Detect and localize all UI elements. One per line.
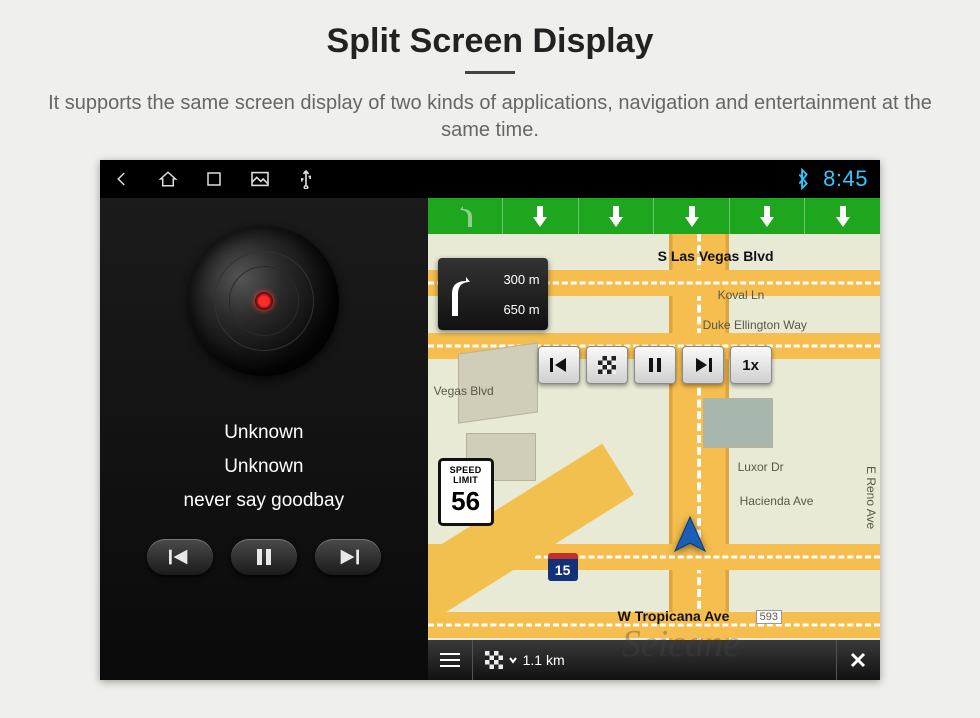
status-bar-left xyxy=(112,169,316,189)
menu-icon xyxy=(440,653,460,667)
usb-icon[interactable] xyxy=(296,169,316,189)
street-label: Hacienda Ave xyxy=(740,494,814,508)
split-container: Unknown Unknown never say goodbay xyxy=(100,198,880,680)
nav-destination-info[interactable]: 1.1 km xyxy=(472,640,577,680)
speed-limit-value: 56 xyxy=(441,486,491,517)
nav-menu-button[interactable] xyxy=(428,640,472,680)
building xyxy=(458,342,538,423)
lane-arrow-icon xyxy=(502,198,578,234)
track-name: never say goodbay xyxy=(184,484,345,518)
album-disc xyxy=(189,226,339,376)
interstate-shield: 15 xyxy=(548,553,578,581)
lane-arrow-icon xyxy=(428,198,503,234)
picture-icon[interactable] xyxy=(250,169,270,189)
street-label: S Las Vegas Blvd xyxy=(658,248,774,264)
prev-track-button[interactable] xyxy=(147,539,213,575)
checkered-flag-icon xyxy=(598,356,616,374)
sim-waypoint-button[interactable] xyxy=(586,346,628,384)
home-icon[interactable] xyxy=(158,169,178,189)
street-number-badge: 593 xyxy=(756,610,782,624)
street-label: Vegas Blvd xyxy=(434,384,494,398)
turn-icon xyxy=(446,276,476,316)
music-pane[interactable]: Unknown Unknown never say goodbay xyxy=(100,198,428,680)
speed-limit-sign: SPEED LIMIT 56 xyxy=(438,458,494,526)
sim-pause-button[interactable] xyxy=(634,346,676,384)
turn-instruction-card: 300 m 650 m xyxy=(438,258,548,330)
sim-speed-button[interactable]: 1x xyxy=(730,346,772,384)
status-bar-right: 8:45 xyxy=(793,166,868,192)
lane-arrow-icon xyxy=(578,198,654,234)
bluetooth-icon xyxy=(793,169,813,189)
device-frame: 8:45 Unknown Unknown never say goodbay xyxy=(100,160,880,680)
back-icon[interactable] xyxy=(112,169,132,189)
navigation-pane[interactable]: S Las Vegas Blvd Koval Ln Duke Ellington… xyxy=(428,198,880,680)
street-label: E Reno Ave xyxy=(864,466,878,529)
street-label: Koval Ln xyxy=(718,288,765,302)
title-underline xyxy=(465,71,515,74)
disc-center-icon xyxy=(255,292,273,310)
chevron-down-icon xyxy=(509,656,517,664)
recent-apps-icon[interactable] xyxy=(204,169,224,189)
page-description: It supports the same screen display of t… xyxy=(40,90,940,144)
distance-value: 1.1 km xyxy=(523,652,565,668)
speed-limit-label: SPEED xyxy=(441,465,491,475)
vehicle-marker-icon xyxy=(672,515,708,560)
lane-guidance-bar xyxy=(428,198,880,234)
close-icon xyxy=(850,652,866,668)
track-title: Unknown xyxy=(184,416,345,450)
pause-button[interactable] xyxy=(231,539,297,575)
track-metadata: Unknown Unknown never say goodbay xyxy=(184,416,345,519)
checkered-flag-icon xyxy=(485,651,503,669)
lane-arrow-icon xyxy=(653,198,729,234)
speed-limit-label: LIMIT xyxy=(441,475,491,485)
sim-prev-button[interactable] xyxy=(538,346,580,384)
lane-arrow-icon xyxy=(729,198,805,234)
building xyxy=(703,398,773,448)
nav-close-button[interactable] xyxy=(836,640,880,680)
street-label: Duke Ellington Way xyxy=(703,318,807,332)
lane-arrow-icon xyxy=(804,198,880,234)
street-label: W Tropicana Ave xyxy=(618,608,730,624)
status-bar: 8:45 xyxy=(100,160,880,198)
track-artist: Unknown xyxy=(184,450,345,484)
clock: 8:45 xyxy=(823,166,868,192)
player-controls xyxy=(147,539,381,575)
turn-distance-near: 300 m xyxy=(503,272,539,287)
page-title: Split Screen Display xyxy=(327,22,654,61)
turn-distance-far: 650 m xyxy=(503,302,539,317)
street-label: Luxor Dr xyxy=(738,460,784,474)
next-track-button[interactable] xyxy=(315,539,381,575)
navigation-bottom-bar: 1.1 km xyxy=(428,640,880,680)
sim-next-button[interactable] xyxy=(682,346,724,384)
simulation-controls: 1x xyxy=(538,346,772,384)
